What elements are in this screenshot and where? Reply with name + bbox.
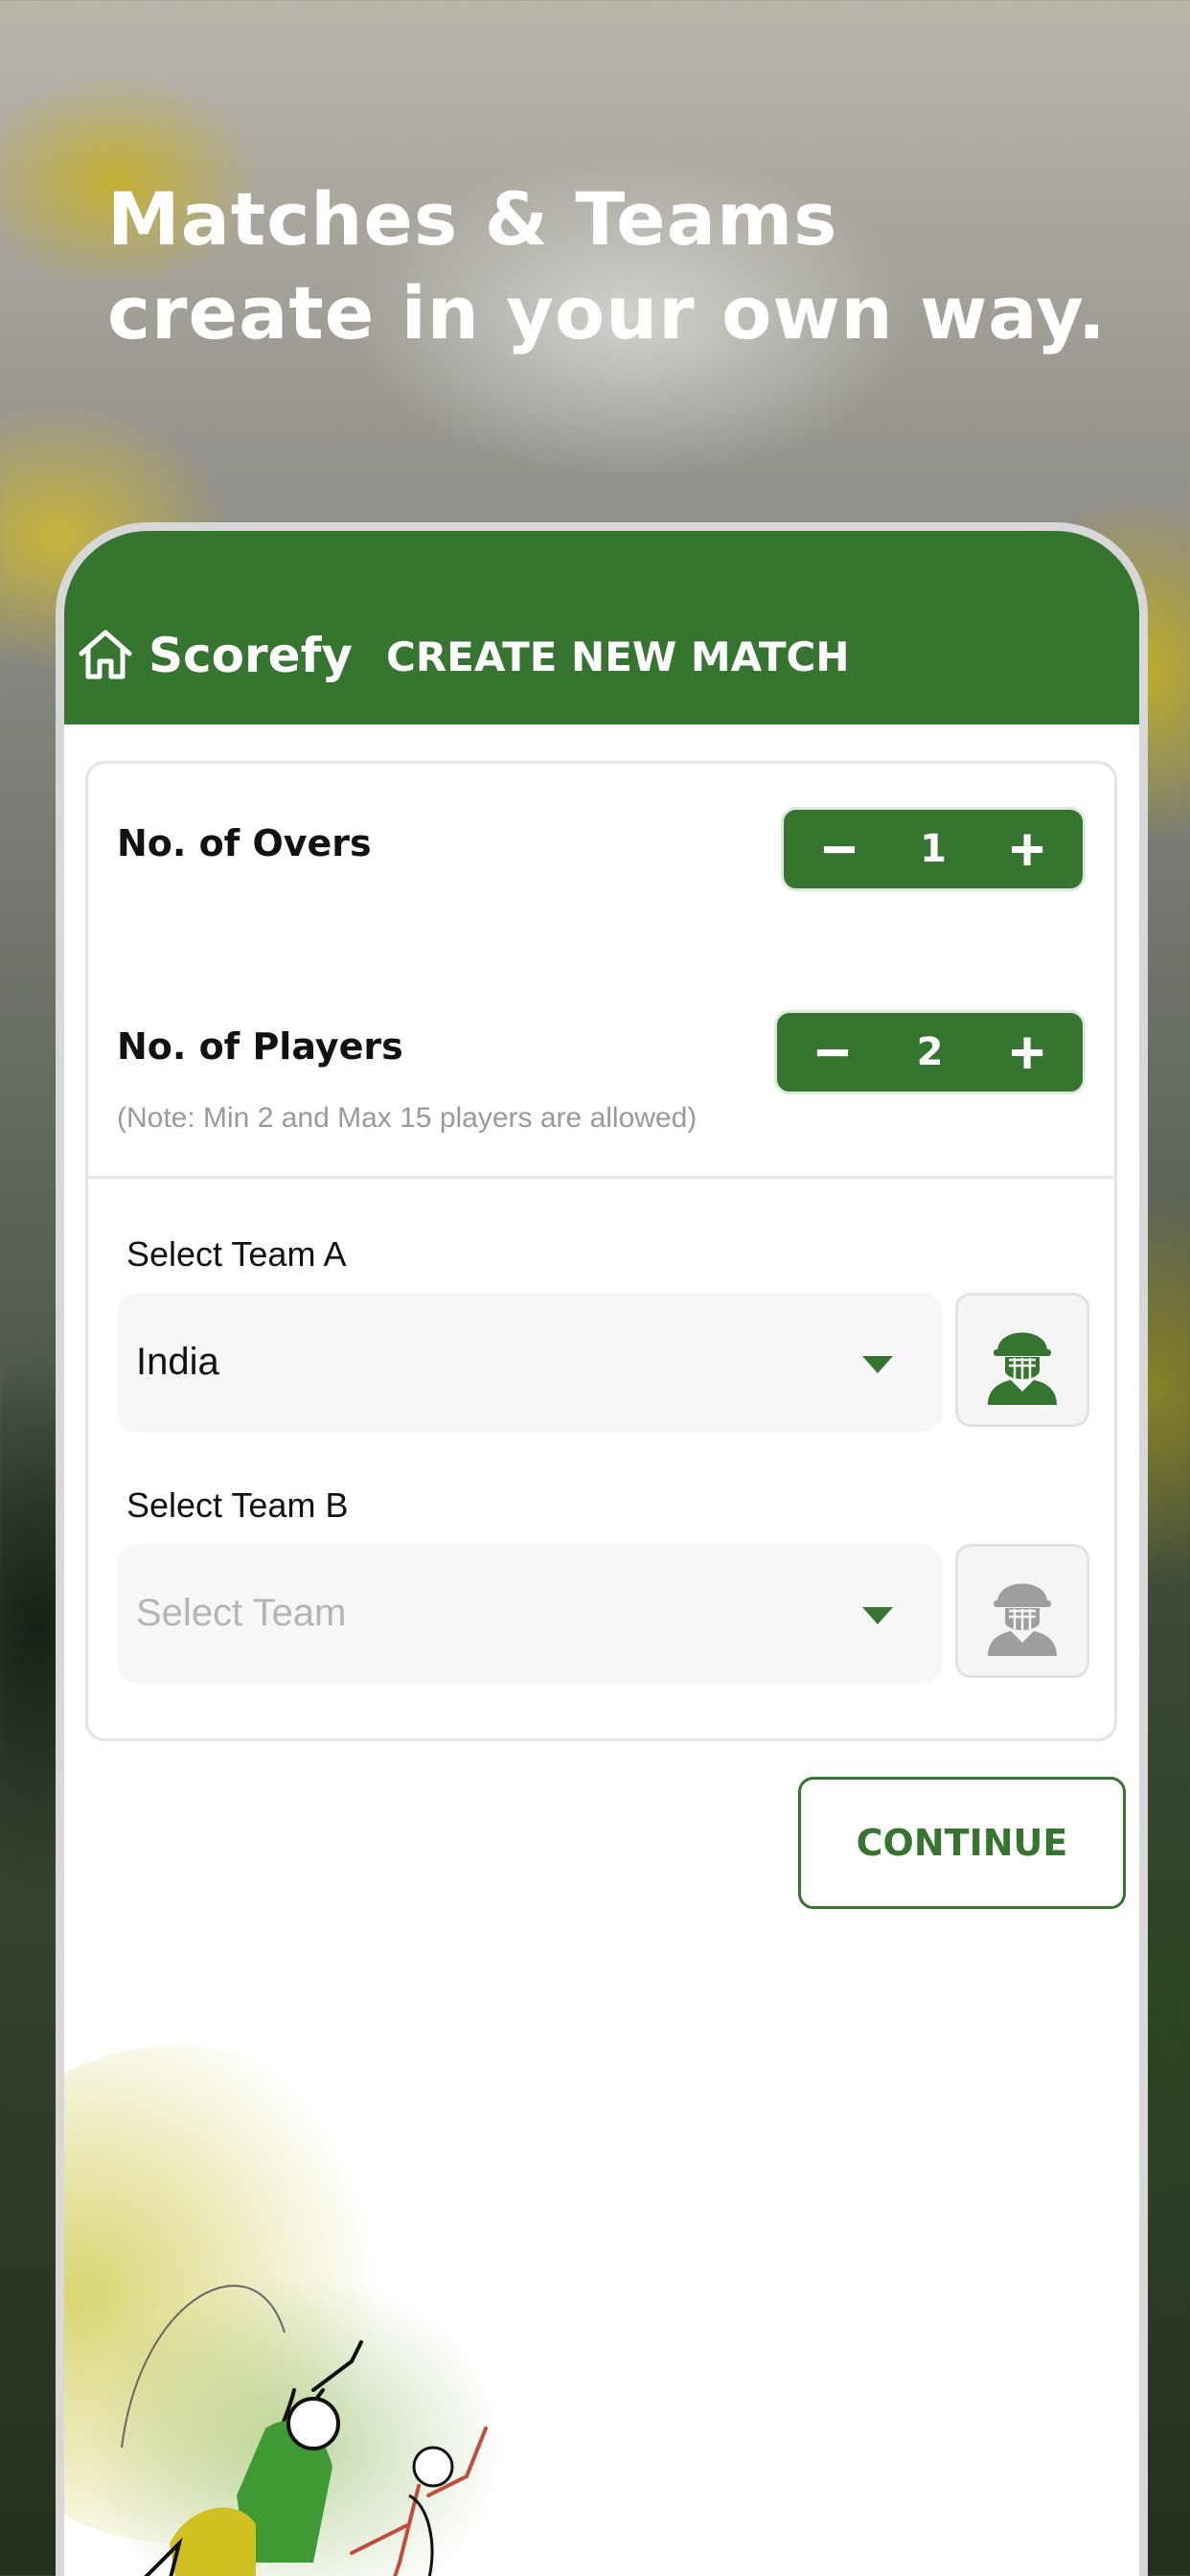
overs-value: 1 xyxy=(920,827,947,871)
brand-name[interactable]: Scorefy xyxy=(149,627,353,684)
overs-decrement-button[interactable]: − xyxy=(811,818,868,880)
team-b-placeholder: Select Team xyxy=(136,1592,347,1634)
players-note: (Note: Min 2 and Max 15 players are allo… xyxy=(117,1102,698,1134)
divider xyxy=(88,1176,1114,1179)
team-a-label: Select Team A xyxy=(126,1234,347,1274)
team-a-avatar-button[interactable] xyxy=(955,1293,1089,1427)
overs-stepper: − 1 + xyxy=(781,807,1086,891)
players-decrement-button[interactable]: − xyxy=(804,1022,861,1083)
promo-headline: Matches & Teams create in your own way. xyxy=(107,172,1113,360)
app-bar: Scorefy CREATE NEW MATCH xyxy=(64,531,1139,724)
home-icon[interactable] xyxy=(76,625,135,684)
players-increment-button[interactable]: + xyxy=(998,1022,1056,1083)
overs-increment-button[interactable]: + xyxy=(998,818,1056,880)
team-b-avatar-button[interactable] xyxy=(955,1544,1089,1678)
headline-line-1: Matches & Teams xyxy=(107,176,838,262)
page-title: CREATE NEW MATCH xyxy=(386,633,850,680)
cricket-player-icon xyxy=(988,1583,1057,1656)
team-b-select[interactable]: Select Team xyxy=(117,1544,943,1684)
cricket-player-icon xyxy=(988,1332,1057,1405)
team-a-selected-value: India xyxy=(136,1341,219,1383)
team-a-select[interactable]: India xyxy=(117,1293,943,1433)
players-value: 2 xyxy=(916,1030,944,1074)
players-label: No. of Players xyxy=(117,1025,403,1068)
chevron-down-icon xyxy=(862,1607,893,1624)
team-b-label: Select Team B xyxy=(126,1485,349,1525)
headline-line-2: create in your own way. xyxy=(107,270,1107,356)
continue-button[interactable]: CONTINUE xyxy=(798,1777,1126,1909)
cricket-players-illustration xyxy=(64,2045,505,2576)
chevron-down-icon xyxy=(862,1356,893,1373)
players-stepper: − 2 + xyxy=(774,1010,1086,1094)
overs-label: No. of Overs xyxy=(117,822,372,864)
phone-frame: Scorefy CREATE NEW MATCH No. of Overs − … xyxy=(56,522,1148,2576)
match-settings-card: No. of Overs − 1 + No. of Players − 2 + … xyxy=(85,761,1117,1741)
